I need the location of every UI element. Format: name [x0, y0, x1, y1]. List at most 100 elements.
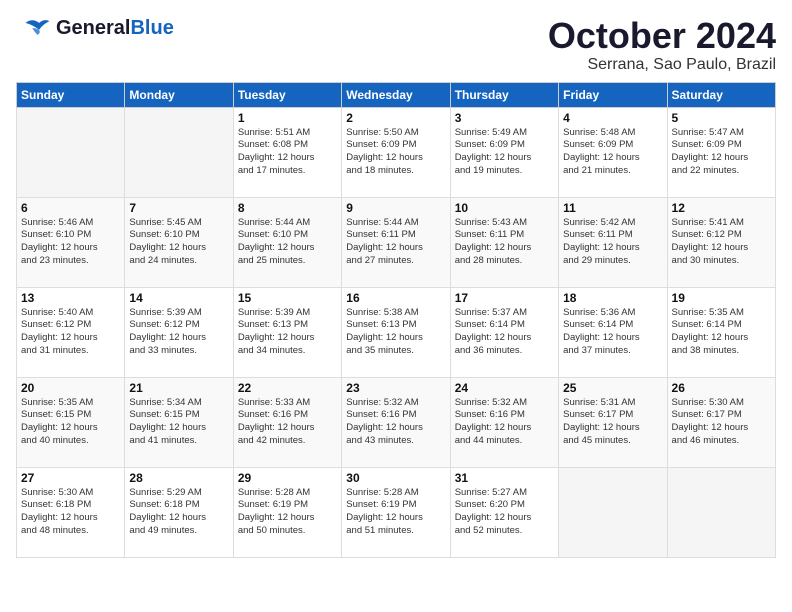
- day-number: 21: [129, 381, 228, 395]
- weekday-header-saturday: Saturday: [667, 82, 775, 107]
- day-info: Sunrise: 5:41 AM Sunset: 6:12 PM Dayligh…: [672, 217, 771, 268]
- day-number: 5: [672, 111, 771, 125]
- day-info: Sunrise: 5:49 AM Sunset: 6:09 PM Dayligh…: [455, 127, 554, 178]
- calendar-cell: 28Sunrise: 5:29 AM Sunset: 6:18 PM Dayli…: [125, 467, 233, 557]
- calendar-cell: 17 Sunrise: 5:37 AM Sunset: 6:14 PM Dayli…: [450, 287, 558, 377]
- day-number: 14: [129, 291, 228, 305]
- location-subtitle: Serrana, Sao Paulo, Brazil: [548, 56, 776, 74]
- day-number: 27: [21, 471, 120, 485]
- calendar-cell: 21 Sunrise: 5:34 AM Sunset: 6:15 PM Dayli…: [125, 377, 233, 467]
- day-number: 23: [346, 381, 445, 395]
- day-info: Sunrise: 5:35 AM Sunset: 6:14 PM Dayligh…: [672, 307, 771, 358]
- day-info: Sunrise: 5:40 AM Sunset: 6:12 PM Dayligh…: [21, 307, 120, 358]
- calendar-cell: 5 Sunrise: 5:47 AM Sunset: 6:09 PM Daylig…: [667, 107, 775, 197]
- title-area: October 2024 Serrana, Sao Paulo, Brazil: [548, 16, 776, 74]
- day-info: Sunrise: 5:27 AM Sunset: 6:20 PM Dayligh…: [455, 487, 554, 538]
- day-number: 7: [129, 201, 228, 215]
- weekday-header-wednesday: Wednesday: [342, 82, 450, 107]
- calendar-cell: 18 Sunrise: 5:36 AM Sunset: 6:14 PM Dayli…: [559, 287, 667, 377]
- month-title: October 2024: [548, 16, 776, 56]
- day-number: 20: [21, 381, 120, 395]
- calendar-cell: 4Sunrise: 5:48 AM Sunset: 6:09 PM Daylig…: [559, 107, 667, 197]
- calendar-cell: 15 Sunrise: 5:39 AM Sunset: 6:13 PM Dayli…: [233, 287, 341, 377]
- day-number: 31: [455, 471, 554, 485]
- day-info: Sunrise: 5:28 AM Sunset: 6:19 PM Dayligh…: [346, 487, 445, 538]
- day-info: Sunrise: 5:44 AM Sunset: 6:10 PM Dayligh…: [238, 217, 337, 268]
- calendar-cell: 6 Sunrise: 5:46 AM Sunset: 6:10 PM Daylig…: [17, 197, 125, 287]
- day-number: 3: [455, 111, 554, 125]
- calendar-cell: 10Sunrise: 5:43 AM Sunset: 6:11 PM Dayli…: [450, 197, 558, 287]
- day-number: 22: [238, 381, 337, 395]
- calendar-cell: 1 Sunrise: 5:51 AM Sunset: 6:08 PM Daylig…: [233, 107, 341, 197]
- day-number: 6: [21, 201, 120, 215]
- day-number: 18: [563, 291, 662, 305]
- calendar-cell: [667, 467, 775, 557]
- calendar-cell: 16Sunrise: 5:38 AM Sunset: 6:13 PM Dayli…: [342, 287, 450, 377]
- calendar-cell: 31 Sunrise: 5:27 AM Sunset: 6:20 PM Dayli…: [450, 467, 558, 557]
- day-info: Sunrise: 5:39 AM Sunset: 6:12 PM Dayligh…: [129, 307, 228, 358]
- day-number: 17: [455, 291, 554, 305]
- calendar-cell: 22 Sunrise: 5:33 AM Sunset: 6:16 PM Dayli…: [233, 377, 341, 467]
- calendar-table: SundayMondayTuesdayWednesdayThursdayFrid…: [16, 82, 776, 558]
- day-info: Sunrise: 5:51 AM Sunset: 6:08 PM Dayligh…: [238, 127, 337, 178]
- day-info: Sunrise: 5:33 AM Sunset: 6:16 PM Dayligh…: [238, 397, 337, 448]
- day-number: 26: [672, 381, 771, 395]
- logo: GeneralBlue: [16, 16, 174, 40]
- day-number: 25: [563, 381, 662, 395]
- calendar-week-row: 20Sunrise: 5:35 AM Sunset: 6:15 PM Dayli…: [17, 377, 776, 467]
- weekday-header-monday: Monday: [125, 82, 233, 107]
- calendar-week-row: 6 Sunrise: 5:46 AM Sunset: 6:10 PM Daylig…: [17, 197, 776, 287]
- logo-blue: Blue: [130, 17, 173, 39]
- day-info: Sunrise: 5:45 AM Sunset: 6:10 PM Dayligh…: [129, 217, 228, 268]
- weekday-header-row: SundayMondayTuesdayWednesdayThursdayFrid…: [17, 82, 776, 107]
- calendar-cell: [559, 467, 667, 557]
- day-number: 28: [129, 471, 228, 485]
- day-number: 2: [346, 111, 445, 125]
- calendar-cell: 30 Sunrise: 5:28 AM Sunset: 6:19 PM Dayli…: [342, 467, 450, 557]
- calendar-cell: 2 Sunrise: 5:50 AM Sunset: 6:09 PM Daylig…: [342, 107, 450, 197]
- day-info: Sunrise: 5:37 AM Sunset: 6:14 PM Dayligh…: [455, 307, 554, 358]
- calendar-week-row: 27 Sunrise: 5:30 AM Sunset: 6:18 PM Dayli…: [17, 467, 776, 557]
- day-info: Sunrise: 5:36 AM Sunset: 6:14 PM Dayligh…: [563, 307, 662, 358]
- day-info: Sunrise: 5:50 AM Sunset: 6:09 PM Dayligh…: [346, 127, 445, 178]
- day-info: Sunrise: 5:39 AM Sunset: 6:13 PM Dayligh…: [238, 307, 337, 358]
- day-info: Sunrise: 5:48 AM Sunset: 6:09 PM Dayligh…: [563, 127, 662, 178]
- day-info: Sunrise: 5:32 AM Sunset: 6:16 PM Dayligh…: [346, 397, 445, 448]
- calendar-cell: 26Sunrise: 5:30 AM Sunset: 6:17 PM Dayli…: [667, 377, 775, 467]
- day-number: 10: [455, 201, 554, 215]
- day-number: 1: [238, 111, 337, 125]
- weekday-header-friday: Friday: [559, 82, 667, 107]
- weekday-header-sunday: Sunday: [17, 82, 125, 107]
- day-number: 30: [346, 471, 445, 485]
- day-number: 8: [238, 201, 337, 215]
- calendar-cell: 14 Sunrise: 5:39 AM Sunset: 6:12 PM Dayli…: [125, 287, 233, 377]
- day-info: Sunrise: 5:38 AM Sunset: 6:13 PM Dayligh…: [346, 307, 445, 358]
- day-info: Sunrise: 5:34 AM Sunset: 6:15 PM Dayligh…: [129, 397, 228, 448]
- day-number: 24: [455, 381, 554, 395]
- weekday-header-thursday: Thursday: [450, 82, 558, 107]
- day-number: 15: [238, 291, 337, 305]
- calendar-cell: 3 Sunrise: 5:49 AM Sunset: 6:09 PM Daylig…: [450, 107, 558, 197]
- day-number: 9: [346, 201, 445, 215]
- calendar-week-row: 13 Sunrise: 5:40 AM Sunset: 6:12 PM Dayli…: [17, 287, 776, 377]
- calendar-cell: 12 Sunrise: 5:41 AM Sunset: 6:12 PM Dayli…: [667, 197, 775, 287]
- calendar-cell: 25Sunrise: 5:31 AM Sunset: 6:17 PM Dayli…: [559, 377, 667, 467]
- calendar-cell: 11 Sunrise: 5:42 AM Sunset: 6:11 PM Dayli…: [559, 197, 667, 287]
- logo-general: General: [56, 17, 130, 39]
- calendar-cell: 13 Sunrise: 5:40 AM Sunset: 6:12 PM Dayli…: [17, 287, 125, 377]
- calendar-cell: 19Sunrise: 5:35 AM Sunset: 6:14 PM Dayli…: [667, 287, 775, 377]
- calendar-cell: [125, 107, 233, 197]
- day-number: 12: [672, 201, 771, 215]
- calendar-cell: 7 Sunrise: 5:45 AM Sunset: 6:10 PM Daylig…: [125, 197, 233, 287]
- day-number: 11: [563, 201, 662, 215]
- calendar-week-row: 1 Sunrise: 5:51 AM Sunset: 6:08 PM Daylig…: [17, 107, 776, 197]
- day-info: Sunrise: 5:47 AM Sunset: 6:09 PM Dayligh…: [672, 127, 771, 178]
- day-info: Sunrise: 5:44 AM Sunset: 6:11 PM Dayligh…: [346, 217, 445, 268]
- calendar-cell: 27 Sunrise: 5:30 AM Sunset: 6:18 PM Dayli…: [17, 467, 125, 557]
- day-info: Sunrise: 5:30 AM Sunset: 6:18 PM Dayligh…: [21, 487, 120, 538]
- day-number: 29: [238, 471, 337, 485]
- day-info: Sunrise: 5:42 AM Sunset: 6:11 PM Dayligh…: [563, 217, 662, 268]
- day-number: 13: [21, 291, 120, 305]
- day-info: Sunrise: 5:46 AM Sunset: 6:10 PM Dayligh…: [21, 217, 120, 268]
- calendar-cell: [17, 107, 125, 197]
